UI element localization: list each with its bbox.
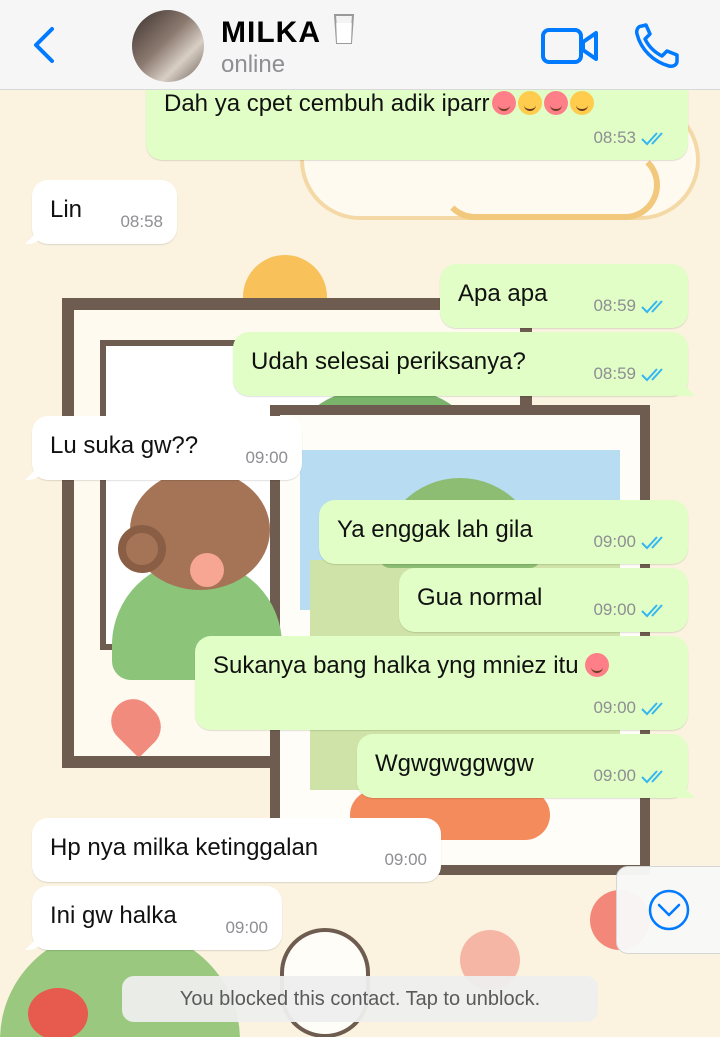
message-meta: 09:00	[593, 698, 674, 718]
blocked-contact-notice[interactable]: You blocked this contact. Tap to unblock…	[122, 976, 598, 1022]
video-camera-icon	[541, 28, 598, 64]
message-text: Apa apa	[458, 280, 548, 307]
read-ticks-icon	[641, 536, 663, 550]
read-ticks-icon	[641, 770, 663, 784]
message-meta: 08:59	[593, 364, 674, 384]
message-bubble[interactable]: Lin 08:58	[32, 180, 177, 244]
message-time: 09:00	[593, 600, 636, 619]
message-meta: 09:00	[384, 850, 427, 870]
message-time: 08:59	[593, 364, 636, 383]
message-bubble[interactable]: Wgwgwggwgw 09:00	[357, 734, 688, 798]
message-bubble[interactable]: Hp nya milka ketinggalan 09:00	[32, 818, 441, 882]
message-meta: 08:59	[593, 296, 674, 316]
message-text: Ini gw halka	[50, 902, 177, 929]
message-meta: 08:53	[593, 128, 674, 148]
smiling-face-icon	[543, 91, 568, 115]
message-text: Ya enggak lah gila	[337, 516, 533, 543]
message-bubble[interactable]: Ini gw halka 09:00	[32, 886, 282, 950]
message-meta: 08:58	[120, 212, 163, 232]
read-ticks-icon	[641, 702, 663, 716]
message-time: 08:59	[593, 296, 636, 315]
scroll-to-bottom-button[interactable]	[616, 866, 720, 954]
message-time: 09:00	[225, 918, 268, 937]
message-meta: 09:00	[593, 600, 674, 620]
read-ticks-icon	[641, 300, 663, 314]
milk-glass-icon	[334, 14, 355, 44]
contact-name[interactable]: MILKA	[221, 13, 355, 50]
message-time: 09:00	[384, 850, 427, 869]
smiling-face-with-hearts-icon	[584, 653, 609, 677]
message-meta: 09:00	[225, 918, 268, 938]
message-bubble[interactable]: Sukanya bang halka yng mniez itu 09:00	[195, 636, 688, 730]
chat-header: MILKA online	[0, 0, 720, 90]
contact-status: online	[221, 51, 286, 78]
message-meta: 09:00	[245, 448, 288, 468]
message-bubble[interactable]: Dah ya cpet cembuh adik iparr 08:53	[146, 90, 688, 160]
chevron-left-icon	[34, 27, 54, 63]
message-meta: 09:00	[593, 766, 674, 786]
message-bubble[interactable]: Apa apa 08:59	[440, 264, 688, 328]
message-text: Dah ya cpet cembuh adik iparr	[164, 90, 490, 117]
back-button[interactable]	[24, 22, 64, 68]
read-ticks-icon	[641, 132, 663, 146]
message-bubble[interactable]: Ya enggak lah gila 09:00	[319, 500, 688, 564]
smiling-face-with-hearts-icon	[491, 91, 516, 115]
message-time: 09:00	[593, 698, 636, 717]
message-bubble[interactable]: Udah selesai periksanya? 08:59	[233, 332, 688, 396]
message-bubble[interactable]: Lu suka gw?? 09:00	[32, 416, 302, 480]
message-list[interactable]: Dah ya cpet cembuh adik iparr 08:53 Lin …	[0, 90, 720, 1037]
avatar[interactable]	[132, 10, 204, 82]
message-time: 09:00	[245, 448, 288, 467]
video-call-button[interactable]	[540, 26, 600, 66]
message-text: Lin	[50, 196, 83, 223]
message-time: 09:00	[593, 766, 636, 785]
message-meta: 09:00	[593, 532, 674, 552]
message-text: Hp nya milka ketinggalan	[50, 834, 319, 861]
yum-face-icon	[569, 91, 594, 115]
message-text: Lu suka gw??	[50, 432, 199, 459]
read-ticks-icon	[641, 604, 663, 618]
message-text: Sukanya bang halka yng mniez itu	[213, 652, 579, 679]
read-ticks-icon	[641, 368, 663, 382]
message-text: Wgwgwggwgw	[375, 750, 534, 777]
message-time: 08:58	[120, 212, 163, 231]
message-text: Gua normal	[417, 584, 543, 611]
phone-icon	[635, 23, 679, 68]
message-bubble[interactable]: Gua normal 09:00	[399, 568, 688, 632]
message-time: 09:00	[593, 532, 636, 551]
hugging-face-icon	[517, 91, 542, 115]
message-time: 08:53	[593, 128, 636, 147]
message-text: Udah selesai periksanya?	[251, 348, 526, 375]
voice-call-button[interactable]	[632, 22, 682, 70]
chevron-down-circle-icon	[648, 889, 690, 931]
